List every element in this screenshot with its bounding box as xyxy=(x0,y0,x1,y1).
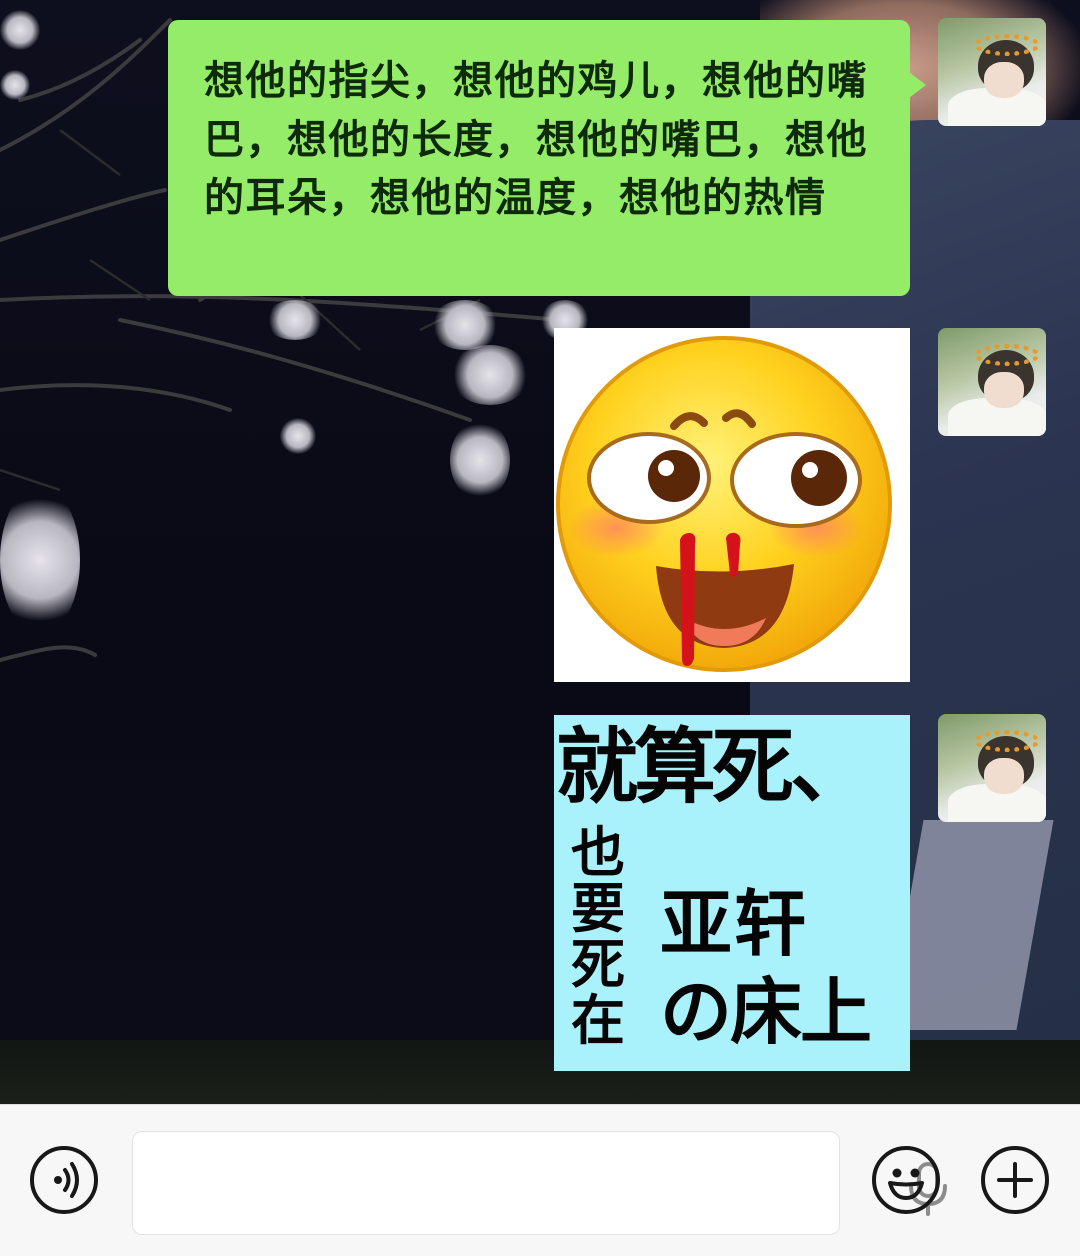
message-row xyxy=(0,700,1080,1100)
message-row xyxy=(0,300,1080,700)
blushing-nosebleed-smiley-sticker[interactable] xyxy=(554,328,910,682)
image-text-card[interactable]: 就算死、 也要死在 亚轩 の床上 xyxy=(554,715,910,1071)
emoji-button[interactable] xyxy=(872,1146,940,1214)
avatar[interactable] xyxy=(938,714,1046,822)
emoji-icon xyxy=(888,1168,924,1200)
card-line-1: 就算死、 xyxy=(556,720,872,815)
card-place-text: の床上 xyxy=(660,970,872,1054)
message-input[interactable] xyxy=(153,1152,757,1214)
card-vertical-text: 也要死在 xyxy=(571,821,625,1052)
message-text: 想他的指尖，想他的鸡儿，想他的嘴巴，想他的长度，想他的嘴巴，想他的耳朵，想他的温… xyxy=(204,57,868,221)
voice-mode-icon xyxy=(54,1162,79,1198)
chat-input-bar xyxy=(0,1104,1080,1256)
message-row: 想他的指尖，想他的鸡儿，想他的嘴巴，想他的长度，想他的嘴巴，想他的耳朵，想他的温… xyxy=(0,0,1080,300)
avatar[interactable] xyxy=(938,328,1046,436)
message-input-box[interactable] xyxy=(132,1131,947,1235)
more-options-button[interactable] xyxy=(981,1146,1049,1214)
voice-mode-button[interactable] xyxy=(30,1146,98,1214)
message-bubble[interactable]: 想他的指尖，想他的鸡儿，想他的嘴巴，想他的长度，想他的嘴巴，想他的耳朵，想他的温… xyxy=(168,20,926,296)
plus-icon xyxy=(997,1162,1033,1198)
avatar[interactable] xyxy=(938,18,1046,126)
